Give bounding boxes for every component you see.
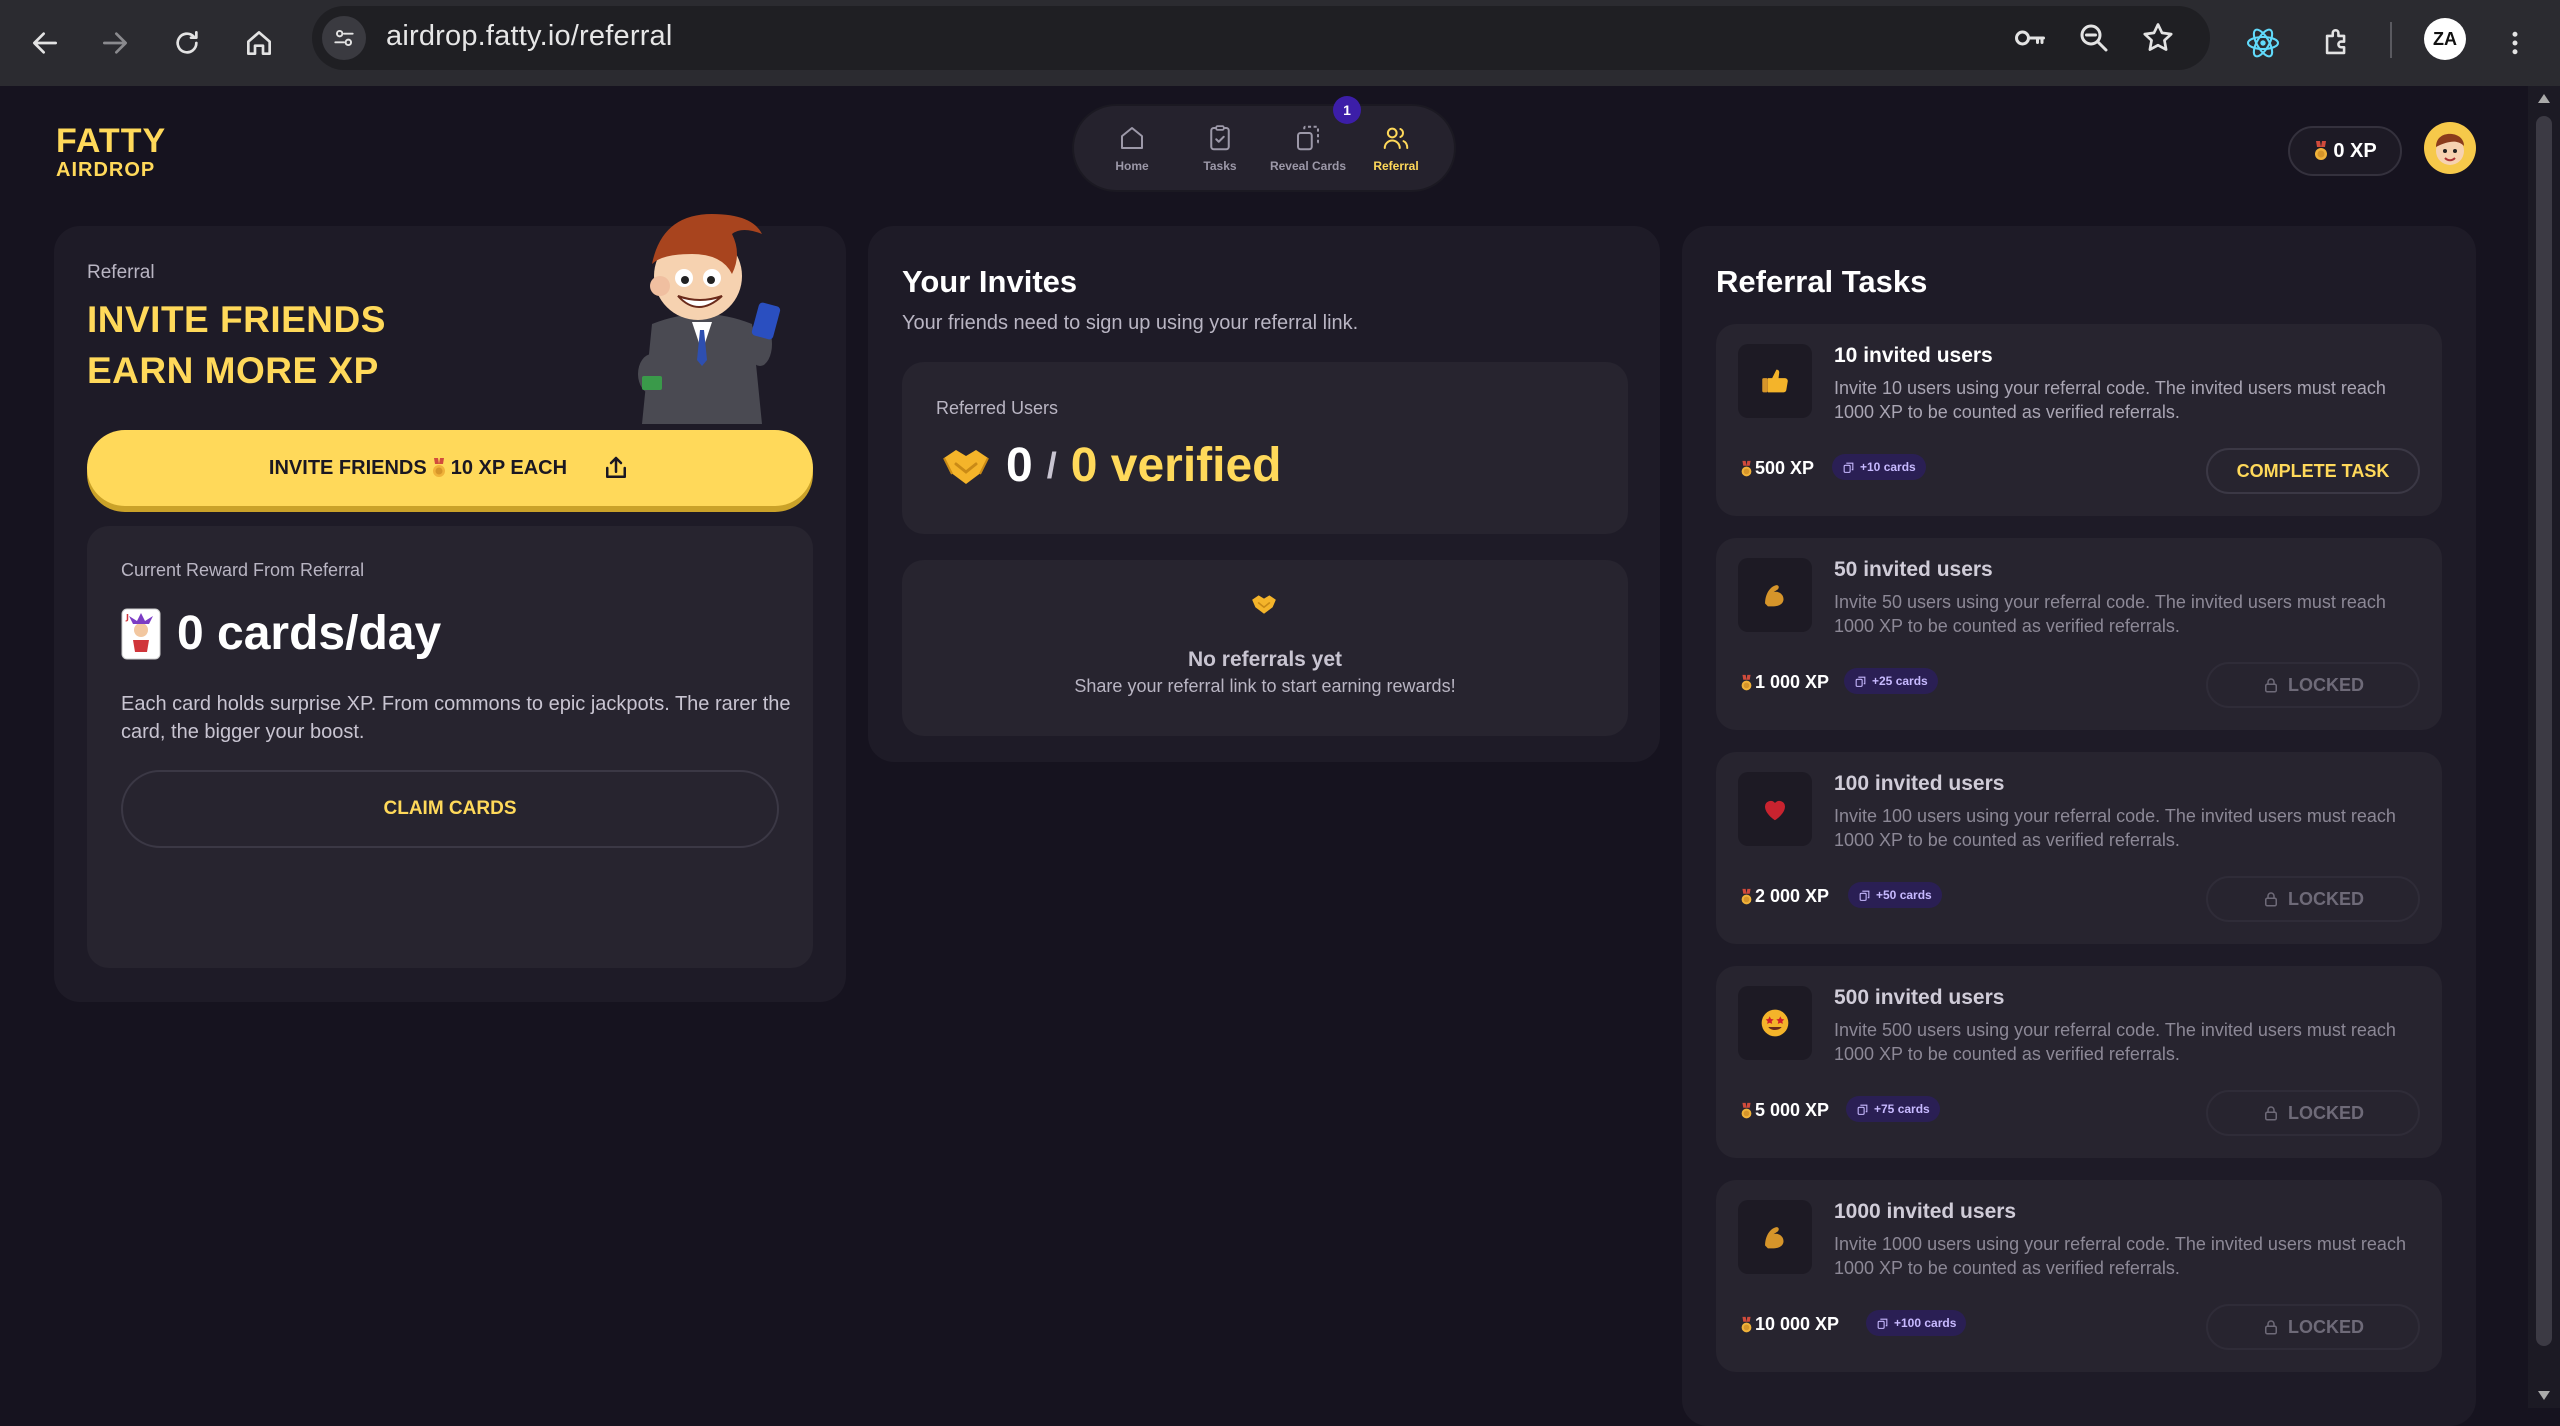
back-button[interactable] <box>20 18 70 68</box>
scroll-up-arrow[interactable] <box>2538 94 2550 103</box>
react-icon <box>2246 28 2280 58</box>
nav-tasks[interactable]: Tasks <box>1178 123 1262 173</box>
puzzle-icon <box>2325 29 2346 55</box>
nav-referral[interactable]: Referral <box>1354 123 1438 173</box>
nav-tasks-label: Tasks <box>1203 159 1237 173</box>
logo-line1: FATTY <box>56 122 167 160</box>
fatty-airdrop-logo[interactable]: FATTY AIRDROP <box>56 124 166 180</box>
page-scrollbar[interactable] <box>2528 86 2560 1408</box>
forward-button[interactable] <box>90 18 140 68</box>
clipboard-check-icon <box>1210 125 1230 151</box>
kebab-menu-icon <box>2512 31 2518 55</box>
users-icon <box>1383 127 1409 149</box>
home-button[interactable] <box>234 18 284 68</box>
medal-icon <box>2315 141 2328 160</box>
home-icon <box>1121 127 1143 149</box>
react-devtools-extension[interactable] <box>2238 18 2288 68</box>
reload-icon <box>176 31 198 54</box>
home-icon <box>247 31 271 55</box>
scrollbar-thumb[interactable] <box>2536 116 2552 1346</box>
scroll-down-arrow[interactable] <box>2538 1391 2550 1400</box>
nav-referral-label: Referral <box>1373 159 1419 173</box>
bookmark-star-icon[interactable] <box>2140 20 2176 56</box>
zoom-icon[interactable] <box>2076 20 2112 56</box>
claim-cards-button[interactable]: CLAIM CARDS <box>121 770 779 848</box>
reveal-cards-badge: 1 <box>1333 96 1361 124</box>
medal-icon <box>432 458 445 477</box>
mascot-face-icon <box>2436 133 2464 165</box>
nav-reveal-cards[interactable]: Reveal Cards <box>1266 123 1350 173</box>
page-content: FATTY AIRDROP Home Tasks Reveal Cards Re… <box>0 86 2528 1408</box>
url-text[interactable]: airdrop.fatty.io/referral <box>386 20 673 53</box>
user-avatar[interactable] <box>2424 122 2476 174</box>
invite-friends-button[interactable]: INVITE FRIENDS 10 XP EACH <box>87 430 813 506</box>
referral-panel <box>54 226 846 1002</box>
address-bar[interactable]: airdrop.fatty.io/referral <box>312 6 2210 70</box>
reload-button[interactable] <box>162 18 212 68</box>
nav-home[interactable]: Home <box>1090 123 1174 173</box>
site-info-button[interactable] <box>322 16 366 60</box>
invite-button-suffix: 10 XP EACH <box>450 456 568 479</box>
profile-avatar[interactable]: ZA <box>2424 18 2466 60</box>
extensions-button[interactable] <box>2312 18 2362 68</box>
cards-icon <box>1297 125 1319 151</box>
arrow-left-icon <box>33 32 57 54</box>
share-icon <box>606 456 627 478</box>
xp-value: 0 XP <box>2333 139 2377 162</box>
main-nav: Home Tasks Reveal Cards Referral <box>1072 104 1456 192</box>
toolbar-separator <box>2390 22 2392 58</box>
logo-line2: AIRDROP <box>56 159 156 181</box>
invite-button-prefix: INVITE FRIENDS <box>268 456 427 479</box>
tune-icon <box>334 29 354 47</box>
arrow-right-icon <box>103 32 127 54</box>
xp-balance[interactable]: 0 XP <box>2288 126 2402 176</box>
key-icon[interactable] <box>2012 20 2048 56</box>
browser-toolbar: airdrop.fatty.io/referral ZA <box>0 0 2560 86</box>
chrome-menu-button[interactable] <box>2490 18 2540 68</box>
nav-home-label: Home <box>1115 159 1149 173</box>
nav-reveal-cards-label: Reveal Cards <box>1269 159 1347 173</box>
